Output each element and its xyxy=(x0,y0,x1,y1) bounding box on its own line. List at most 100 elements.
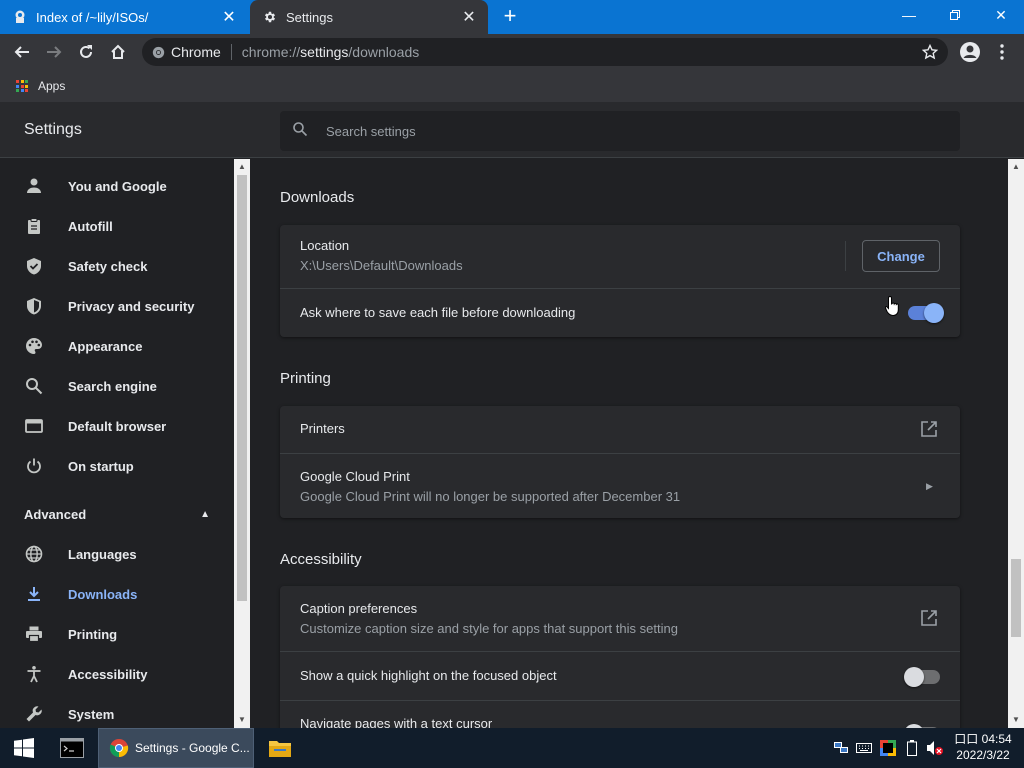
sidebar-scrollbar[interactable]: ▲ ▼ xyxy=(234,159,250,728)
sidebar-item-you-and-google[interactable]: You and Google xyxy=(0,166,232,206)
person-icon xyxy=(24,176,44,196)
sidebar-item-on-startup[interactable]: On startup xyxy=(0,446,232,486)
volume-muted-tray-icon[interactable] xyxy=(926,738,944,758)
more-vert-icon xyxy=(1000,44,1004,60)
forward-button[interactable] xyxy=(42,40,66,64)
close-window-button[interactable]: ✕ xyxy=(978,0,1024,30)
sidebar-item-accessibility[interactable]: Accessibility xyxy=(0,654,232,694)
sidebar-item-downloads[interactable]: Downloads xyxy=(0,574,232,614)
settings-sidebar: You and Google Autofill Safety check Pri… xyxy=(0,159,234,728)
chrome-taskbar-label: Settings - Google C... xyxy=(135,741,250,755)
caret-browsing-label: Navigate pages with a text cursor xyxy=(300,716,493,728)
tab-close-icon[interactable]: ✕ xyxy=(458,6,480,28)
ask-where-label: Ask where to save each file before downl… xyxy=(300,305,576,320)
printing-section-title: Printing xyxy=(280,370,331,387)
page-title: Settings xyxy=(24,121,82,138)
restore-button[interactable] xyxy=(932,0,978,30)
apps-link[interactable]: Apps xyxy=(38,79,65,93)
start-button[interactable] xyxy=(8,728,40,768)
menu-button[interactable] xyxy=(990,40,1014,64)
cloud-print-row[interactable]: Google Cloud Print Google Cloud Print wi… xyxy=(280,453,960,518)
omnibox-url: chrome://settings/downloads xyxy=(241,44,420,60)
search-input[interactable] xyxy=(326,123,926,139)
sidebar-item-autofill[interactable]: Autofill xyxy=(0,206,232,246)
sidebar-item-privacy-and-security[interactable]: Privacy and security xyxy=(0,286,232,326)
home-icon xyxy=(111,44,125,59)
battery-tray-icon[interactable] xyxy=(903,738,921,758)
back-button[interactable] xyxy=(10,40,34,64)
change-location-button[interactable]: Change xyxy=(862,240,940,272)
caption-preferences-row[interactable]: Caption preferences Customize caption si… xyxy=(280,586,960,651)
hand-cursor-icon xyxy=(885,295,899,317)
minimize-button[interactable]: — xyxy=(886,0,932,30)
power-icon xyxy=(24,456,44,476)
search-icon xyxy=(24,376,44,396)
sidebar-item-label: System xyxy=(68,706,115,722)
sidebar-item-label: Search engine xyxy=(68,378,157,394)
bookmark-star-icon[interactable] xyxy=(922,44,938,60)
globe-icon xyxy=(24,544,44,564)
color-app-tray-icon[interactable] xyxy=(879,738,897,758)
reload-button[interactable] xyxy=(74,40,98,64)
sidebar-item-label: Autofill xyxy=(68,218,113,234)
sidebar-item-appearance[interactable]: Appearance xyxy=(0,326,232,366)
caption-label: Caption preferences xyxy=(300,601,418,616)
advanced-section-toggle[interactable]: Advanced ▲ xyxy=(0,494,232,534)
tab-settings[interactable]: Settings ✕ xyxy=(250,0,488,34)
taskbar-clock[interactable]: 口口 04:54 2022/3/22 xyxy=(950,731,1016,763)
accessibility-card: Caption preferences Customize caption si… xyxy=(280,586,960,728)
title-bar: Index of /~lily/ISOs/ ✕ Settings ✕ + — ✕ xyxy=(0,0,1024,34)
ask-where-row[interactable]: Ask where to save each file before downl… xyxy=(280,288,960,337)
chrome-taskbar-button[interactable]: Settings - Google C... xyxy=(98,728,254,768)
open-external-icon[interactable] xyxy=(920,420,938,438)
caret-up-icon: ▲ xyxy=(200,508,210,520)
main-scroll-thumb[interactable] xyxy=(1011,559,1021,637)
browser-toolbar: Chrome chrome://settings/downloads xyxy=(0,34,1024,70)
location-value: X:\Users\Default\Downloads xyxy=(300,258,463,273)
highlight-row[interactable]: Show a quick highlight on the focused ob… xyxy=(280,651,960,700)
sidebar-item-default-browser[interactable]: Default browser xyxy=(0,406,232,446)
sidebar-item-safety-check[interactable]: Safety check xyxy=(0,246,232,286)
main-scrollbar[interactable]: ▲ ▼ xyxy=(1008,159,1024,728)
downloads-card: Location X:\Users\Default\Downloads Chan… xyxy=(280,225,960,337)
accessibility-icon xyxy=(24,664,44,684)
sidebar-item-printing[interactable]: Printing xyxy=(0,614,232,654)
location-label: Location xyxy=(300,238,350,253)
sidebar-item-languages[interactable]: Languages xyxy=(0,534,232,574)
sidebar-item-system[interactable]: System xyxy=(0,694,232,728)
new-tab-button[interactable]: + xyxy=(498,5,522,29)
sidebar-item-label: Languages xyxy=(68,546,137,562)
profile-button[interactable] xyxy=(958,40,982,64)
ask-where-toggle[interactable] xyxy=(908,303,944,323)
scroll-down-arrow-icon[interactable]: ▼ xyxy=(1008,712,1024,728)
tab-index-isos[interactable]: Index of /~lily/ISOs/ ✕ xyxy=(0,0,248,34)
terminal-taskbar-icon[interactable] xyxy=(56,728,88,768)
restore-icon xyxy=(950,10,960,20)
row-divider xyxy=(845,241,846,271)
sidebar-item-label: Appearance xyxy=(68,338,143,354)
advanced-label: Advanced xyxy=(24,506,87,522)
sidebar-item-label: Safety check xyxy=(68,258,148,274)
chrome-logo-icon xyxy=(109,739,129,758)
download-icon xyxy=(24,584,44,604)
sidebar-scroll-thumb[interactable] xyxy=(237,175,247,601)
sidebar-item-label: Downloads xyxy=(68,586,138,602)
search-box[interactable] xyxy=(280,111,960,151)
tab-close-icon[interactable]: ✕ xyxy=(218,6,240,28)
scroll-up-arrow-icon[interactable]: ▲ xyxy=(1008,159,1024,175)
home-button[interactable] xyxy=(106,40,130,64)
sidebar-item-search-engine[interactable]: Search engine xyxy=(0,366,232,406)
file-explorer-taskbar-icon[interactable] xyxy=(264,728,296,768)
omnibox[interactable]: Chrome chrome://settings/downloads xyxy=(142,38,948,66)
arrow-right-icon[interactable]: ▶ xyxy=(926,481,933,492)
printers-row[interactable]: Printers xyxy=(280,406,960,453)
scroll-down-arrow-icon[interactable]: ▼ xyxy=(234,712,250,728)
bookmarks-bar: Apps xyxy=(0,70,1024,102)
open-external-icon[interactable] xyxy=(920,609,938,627)
caret-browsing-row[interactable]: Navigate pages with a text cursor xyxy=(280,700,960,728)
highlight-toggle[interactable] xyxy=(904,667,940,687)
scroll-up-arrow-icon[interactable]: ▲ xyxy=(234,159,250,175)
cloud-print-sub: Google Cloud Print will no longer be sup… xyxy=(300,489,681,504)
keyboard-tray-icon[interactable] xyxy=(855,738,873,758)
network-tray-icon[interactable] xyxy=(832,738,850,758)
